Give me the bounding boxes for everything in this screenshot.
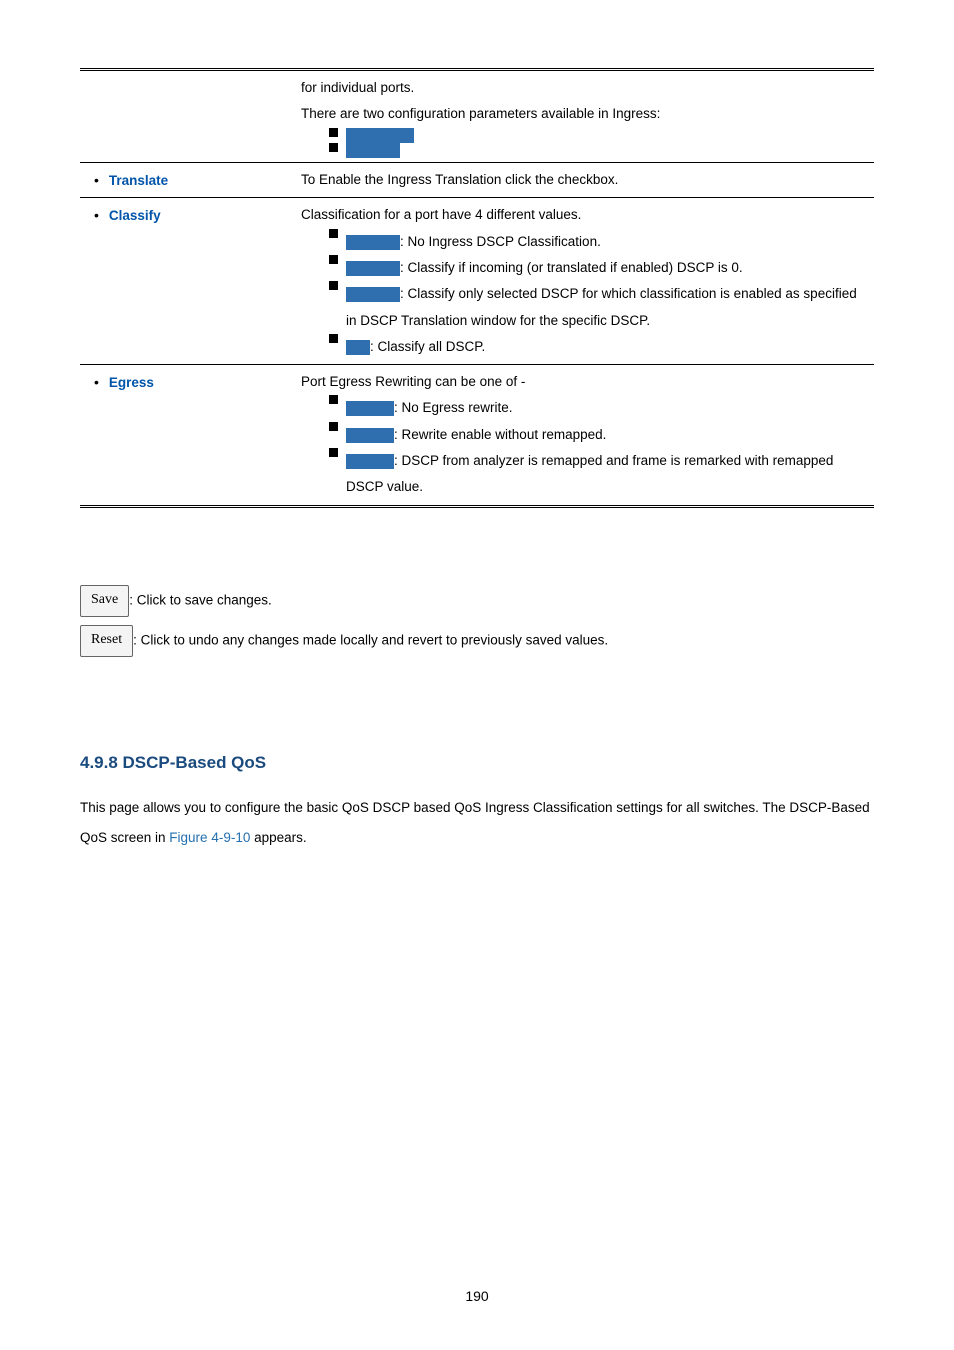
buttons-section: Buttons Save: Click to save changes. Res… [80, 552, 874, 657]
row-label: Egress [109, 375, 154, 390]
row-label: Translate [109, 173, 168, 188]
row-text: To Enable the Ingress Translation click … [301, 167, 868, 193]
reset-button-desc: : Click to undo any changes made locally… [133, 632, 608, 647]
square-bullet-icon [329, 448, 338, 457]
square-bullet-icon [329, 281, 338, 290]
reset-button[interactable]: Reset [80, 625, 133, 657]
config-table: for individual ports. There are two conf… [80, 68, 874, 508]
save-button-desc: : Click to save changes. [129, 593, 272, 608]
option-label-icon [346, 454, 394, 469]
row-text: Classification for a port have 4 differe… [301, 202, 868, 228]
translate-label-icon [346, 128, 414, 143]
option-text: : Classify if incoming (or translated if… [400, 260, 743, 275]
option-label-icon [346, 428, 394, 443]
row-text: Port Egress Rewriting can be one of - [301, 369, 868, 395]
option-label-icon [346, 287, 400, 302]
save-button[interactable]: Save [80, 585, 129, 617]
page-number: 190 [0, 1283, 954, 1310]
table-row: Egress Port Egress Rewriting can be one … [80, 365, 874, 507]
classify-label-icon [346, 143, 400, 158]
option-text: : Rewrite enable without remapped. [394, 427, 606, 442]
table-row: Classify Classification for a port have … [80, 198, 874, 365]
buttons-heading: Buttons [80, 552, 874, 578]
square-bullet-icon [329, 229, 338, 238]
option-text: : No Ingress DSCP Classification. [400, 234, 601, 249]
option-label-icon [346, 235, 400, 250]
row-text: There are two configuration parameters a… [301, 101, 868, 127]
square-bullet-icon [329, 422, 338, 431]
row-text: for individual ports. [301, 75, 868, 101]
row-label: Classify [109, 208, 161, 223]
bullet-icon [86, 375, 109, 390]
square-bullet-icon [329, 128, 338, 137]
table-row: Translate To Enable the Ingress Translat… [80, 162, 874, 198]
option-text: : Classify all DSCP. [370, 339, 485, 354]
square-bullet-icon [329, 395, 338, 404]
bullet-icon [86, 208, 109, 223]
option-text: : DSCP from analyzer is remapped and fra… [346, 453, 833, 494]
option-label-icon [346, 401, 394, 416]
square-bullet-icon [329, 334, 338, 343]
intro-text-b: appears. [250, 830, 306, 845]
option-label-icon [346, 340, 370, 355]
option-text: : Classify only selected DSCP for which … [346, 286, 857, 327]
intro-paragraph: This page allows you to configure the ba… [80, 793, 874, 852]
figure-link[interactable]: Figure 4-9-10 [169, 830, 250, 845]
table-row: for individual ports. There are two conf… [80, 70, 874, 163]
bullet-icon [86, 173, 109, 188]
square-bullet-icon [329, 143, 338, 152]
option-text: : No Egress rewrite. [394, 400, 513, 415]
square-bullet-icon [329, 255, 338, 264]
option-label-icon [346, 261, 400, 276]
section-heading: 4.9.8 DSCP-Based QoS [80, 747, 874, 779]
